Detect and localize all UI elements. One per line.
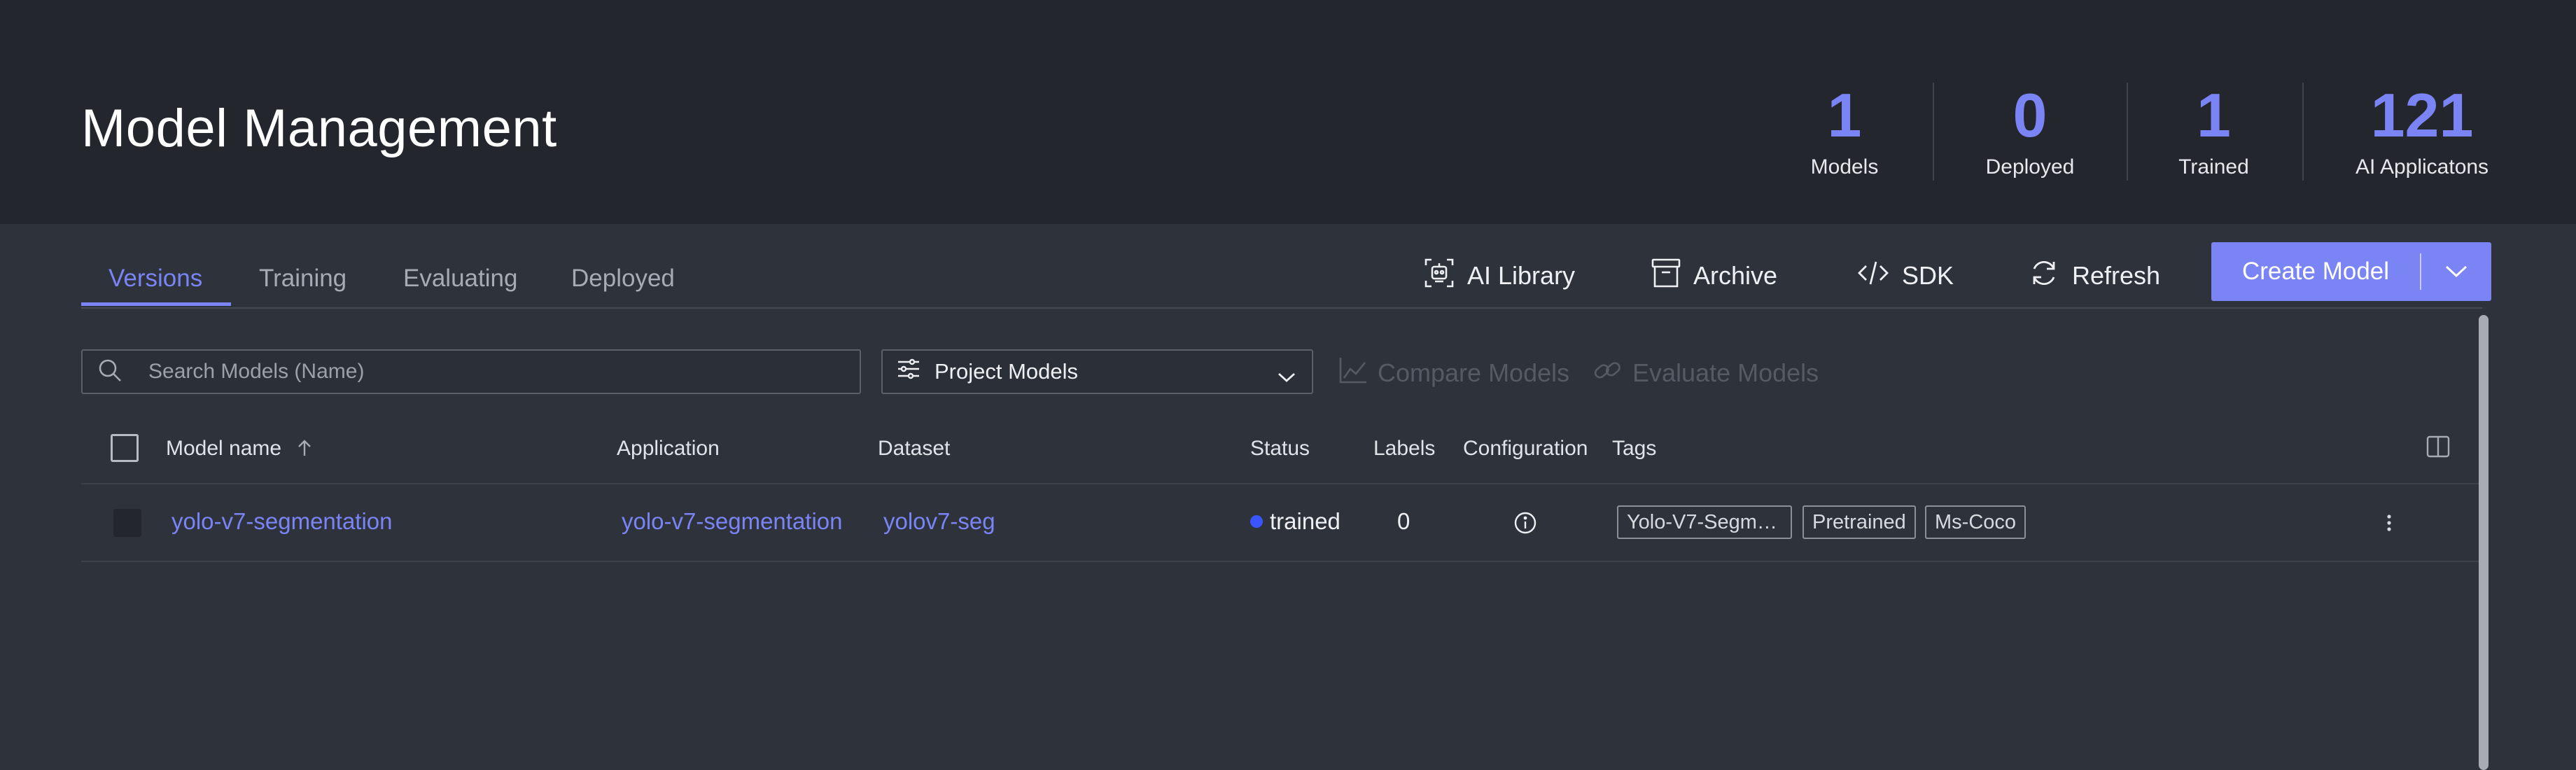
column-header-configuration[interactable]: Configuration xyxy=(1463,437,1588,461)
column-header-application[interactable]: Application xyxy=(617,437,720,461)
tag-chip: Pretrained xyxy=(1802,505,1916,539)
vertical-scrollbar[interactable] xyxy=(2479,315,2488,770)
dataset-link[interactable]: yolov7-seg xyxy=(883,508,995,535)
model-scope-select[interactable]: Project Models xyxy=(881,349,1313,394)
configuration-info-icon[interactable] xyxy=(1513,511,1537,538)
link-icon xyxy=(1592,356,1632,391)
column-header-labels[interactable]: Labels xyxy=(1373,437,1435,461)
create-model-label: Create Model xyxy=(2241,258,2390,285)
divider xyxy=(2127,83,2128,181)
stat-ai-applications: 121 AI Applicatons xyxy=(2324,77,2520,179)
refresh-button[interactable]: Refresh xyxy=(2029,253,2160,298)
stat-value: 1 xyxy=(1827,80,1862,150)
stat-label: Deployed xyxy=(1985,155,2075,178)
active-tab-indicator xyxy=(81,302,231,306)
header-divider xyxy=(81,483,2482,484)
evaluate-models-label: Evaluate Models xyxy=(1632,358,1819,387)
sdk-label: SDK xyxy=(1902,261,1954,290)
refresh-label: Refresh xyxy=(2072,261,2161,290)
page-title: Model Management xyxy=(81,99,557,158)
compare-models-label: Compare Models xyxy=(1378,358,1570,387)
tab-training[interactable]: Training xyxy=(259,265,346,293)
create-model-dropdown[interactable] xyxy=(2421,265,2491,279)
model-scope-value: Project Models xyxy=(934,359,1079,384)
evaluate-models-button[interactable]: Evaluate Models xyxy=(1592,354,1819,393)
tag-chip: Yolo-V7-Segm… xyxy=(1617,505,1792,539)
status-dot xyxy=(1250,515,1263,528)
status-cell: trained xyxy=(1250,508,1340,535)
page-header: Model Management 1 Models 0 Deployed 1 T… xyxy=(0,0,2576,224)
tab-versions[interactable]: Versions xyxy=(108,265,202,293)
column-label: Model name xyxy=(166,437,282,460)
search-input[interactable] xyxy=(147,359,780,384)
row-divider xyxy=(81,561,2482,562)
chevron-down-icon xyxy=(2445,265,2468,278)
divider xyxy=(1933,83,1934,181)
chevron-down-icon xyxy=(1277,365,1296,390)
column-settings-icon[interactable] xyxy=(2426,435,2450,461)
stat-trained: 1 Trained xyxy=(2163,77,2264,179)
select-all-checkbox[interactable] xyxy=(111,434,139,462)
tabs-divider xyxy=(81,307,2482,309)
create-model-button[interactable]: Create Model xyxy=(2211,242,2491,301)
stat-deployed: 0 Deployed xyxy=(1960,77,2100,179)
sdk-button[interactable]: SDK xyxy=(1857,253,1954,298)
tag-chip: Ms-Coco xyxy=(1925,505,2026,539)
search-icon xyxy=(83,358,122,386)
stat-value: 121 xyxy=(2370,80,2474,150)
compare-models-button[interactable]: Compare Models xyxy=(1338,354,1569,393)
tab-deployed[interactable]: Deployed xyxy=(571,265,675,293)
status-label: trained xyxy=(1270,508,1340,534)
model-name-link[interactable]: yolo-v7-segmentation xyxy=(172,508,393,535)
stat-value: 1 xyxy=(2197,80,2231,150)
refresh-icon xyxy=(2029,258,2072,295)
ai-library-label: AI Library xyxy=(1467,261,1576,290)
chart-icon xyxy=(1338,356,1378,391)
stat-models: 1 Models xyxy=(1802,77,1886,179)
labels-count: 0 xyxy=(1397,508,1410,534)
ai-library-button[interactable]: AI Library xyxy=(1424,253,1575,298)
application-link[interactable]: yolo-v7-segmentation xyxy=(622,508,843,535)
column-header-model-name[interactable]: Model name xyxy=(166,437,312,461)
row-checkbox[interactable] xyxy=(113,509,141,537)
stat-label: Trained xyxy=(2178,155,2249,178)
ai-library-icon xyxy=(1424,258,1467,295)
stat-label: Models xyxy=(1810,155,1879,178)
row-more-options-icon[interactable] xyxy=(2384,511,2394,538)
search-box[interactable] xyxy=(81,349,861,394)
stat-label: AI Applicatons xyxy=(2355,155,2489,178)
sort-ascending-icon xyxy=(297,439,312,462)
tab-evaluating[interactable]: Evaluating xyxy=(403,265,517,293)
archive-button[interactable]: Archive xyxy=(1651,253,1777,298)
column-header-dataset[interactable]: Dataset xyxy=(878,437,950,461)
divider xyxy=(2302,83,2304,181)
column-header-tags[interactable]: Tags xyxy=(1612,437,1656,461)
archive-label: Archive xyxy=(1693,261,1778,290)
column-header-status[interactable]: Status xyxy=(1250,437,1310,461)
stat-value: 0 xyxy=(2012,80,2047,150)
code-icon xyxy=(1857,259,1902,293)
archive-icon xyxy=(1651,258,1693,295)
filter-sliders-icon xyxy=(897,358,920,385)
